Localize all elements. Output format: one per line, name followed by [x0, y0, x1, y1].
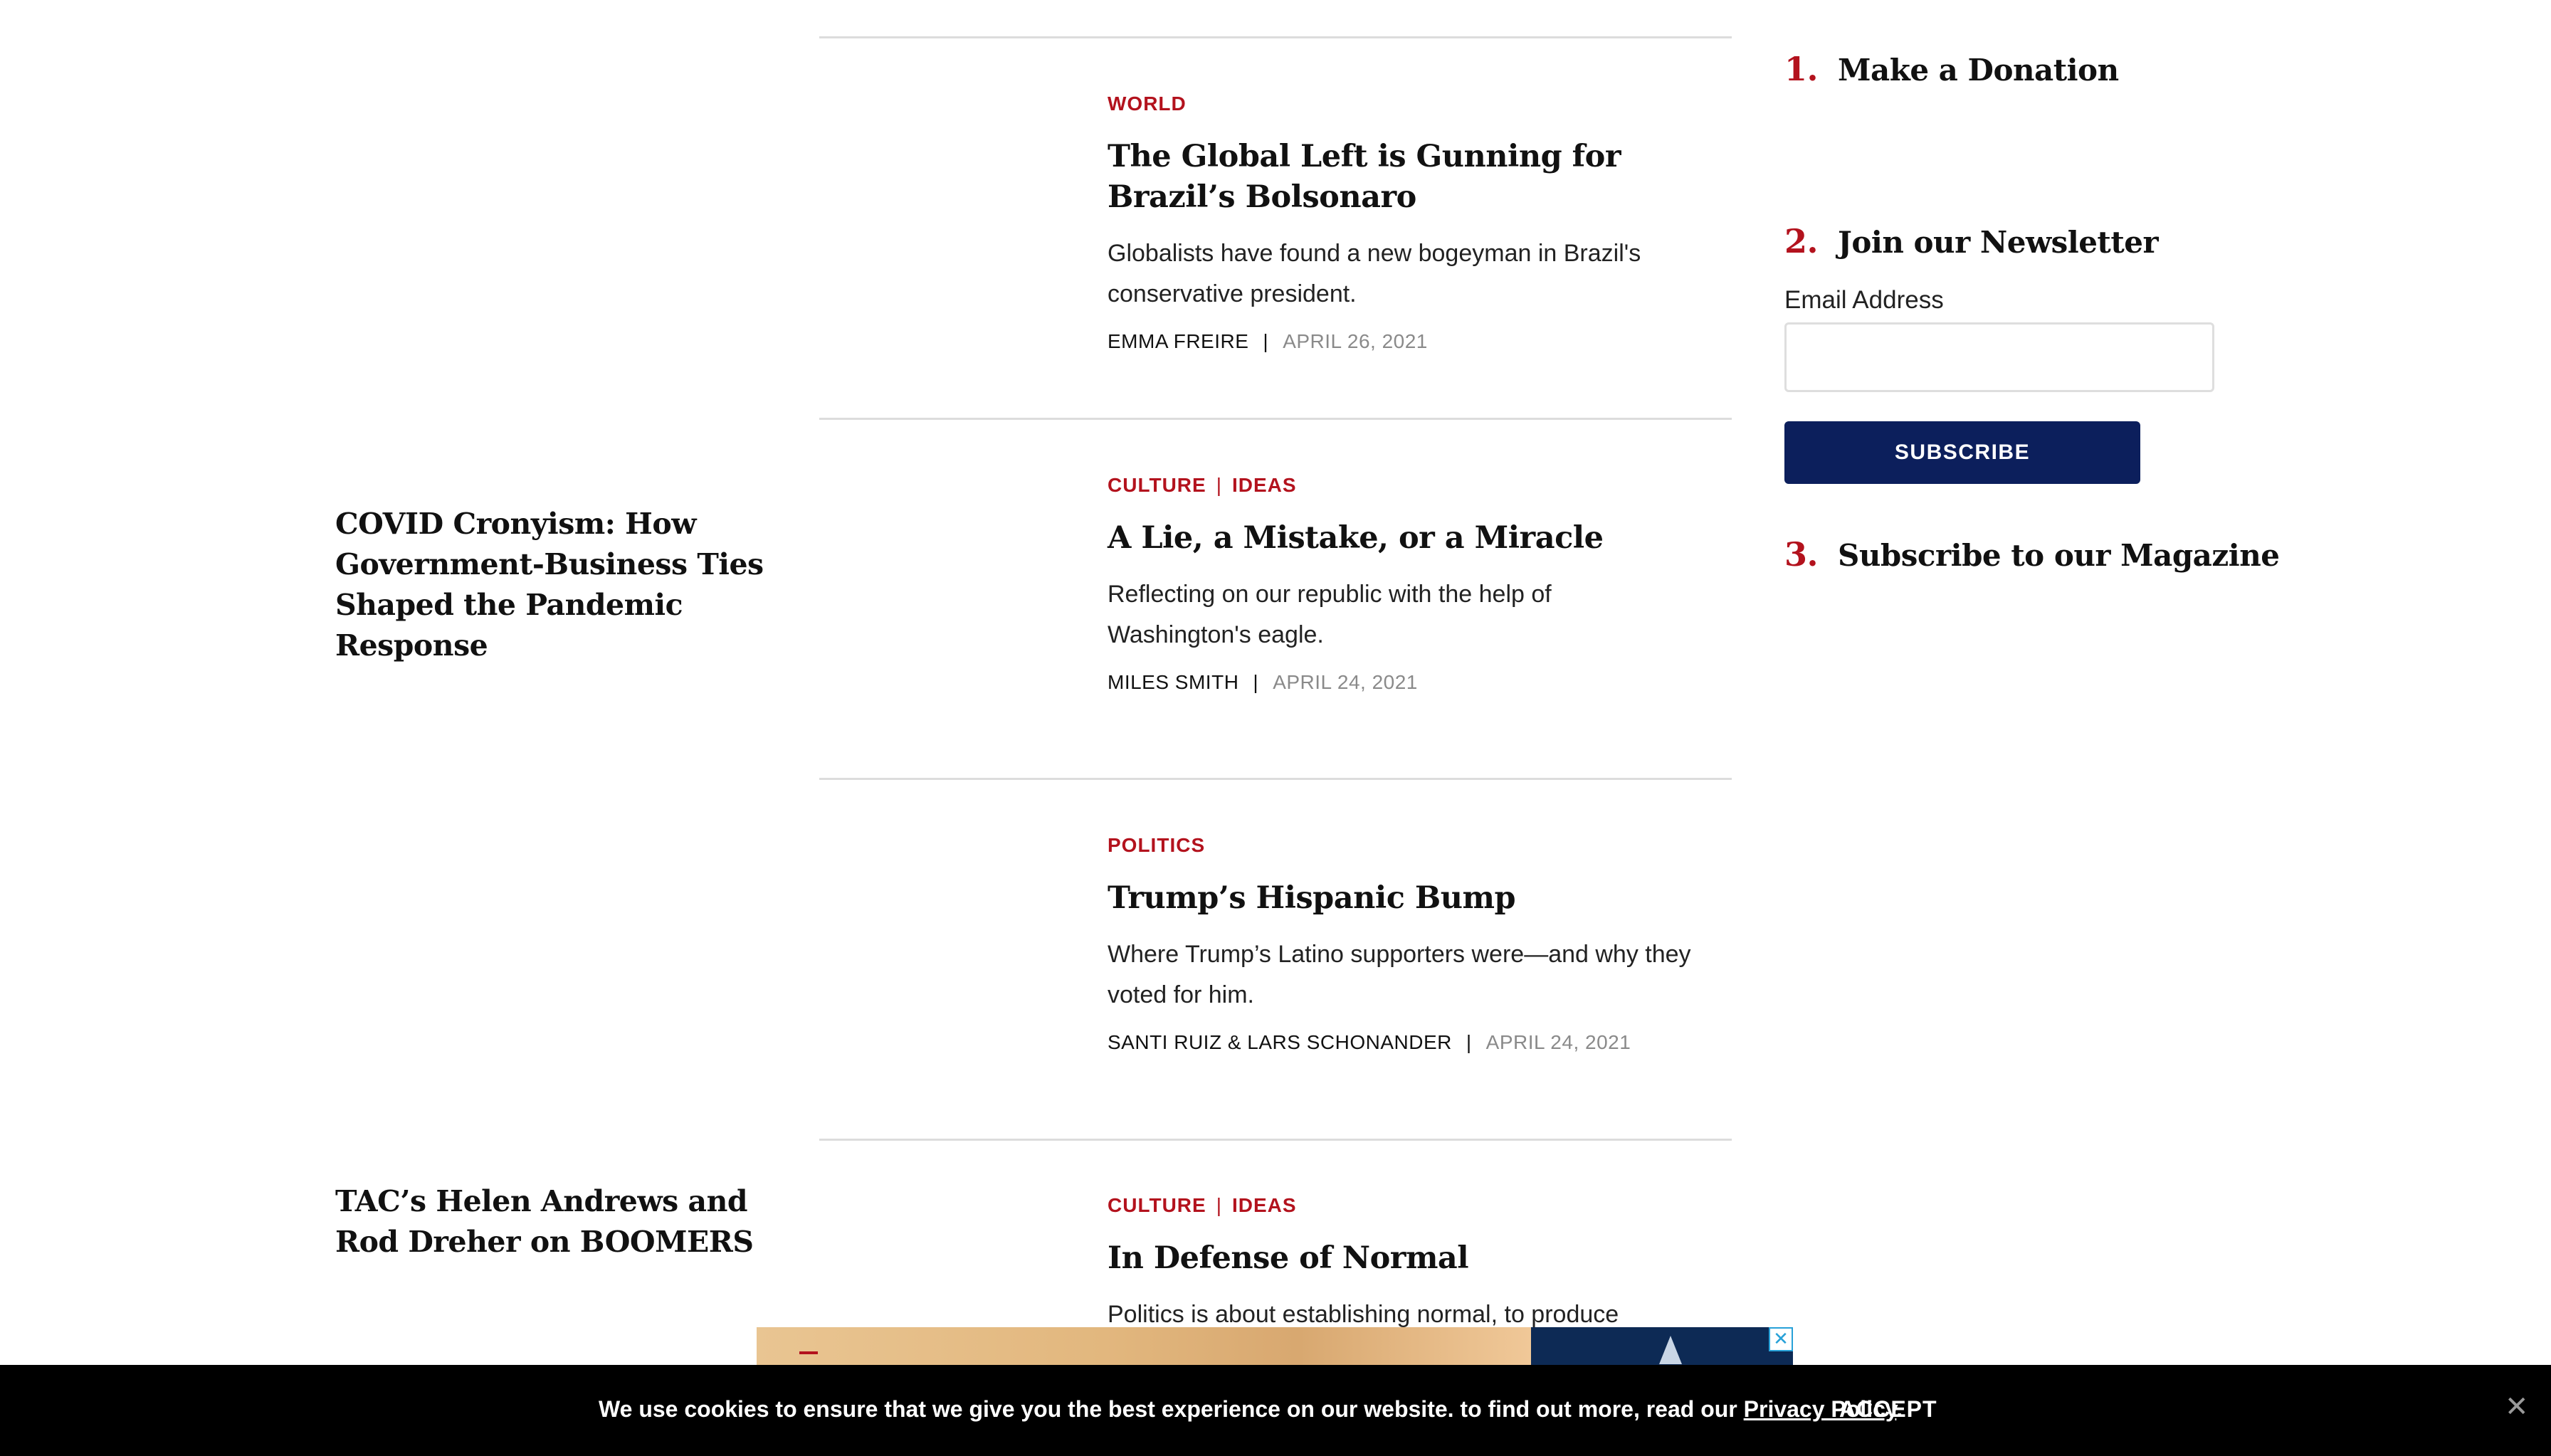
step-number: 3. — [1784, 535, 1819, 574]
category-link[interactable]: IDEAS — [1232, 474, 1297, 496]
article-categories: POLITICS — [1108, 834, 1691, 857]
divider — [819, 1139, 1732, 1141]
tree-icon — [1659, 1336, 1682, 1364]
magazine-link[interactable]: Subscribe to our Magazine — [1838, 538, 2280, 573]
author-link[interactable]: MILES SMITH — [1108, 671, 1238, 693]
article-dek: Where Trump’s Latino supporters were—and… — [1108, 941, 1691, 1008]
article-categories: CULTURE | IDEAS — [1108, 1194, 1691, 1217]
article-title[interactable]: Trump’s Hispanic Bump — [1108, 878, 1691, 919]
category-link[interactable]: WORLD — [1108, 93, 1187, 115]
author-link[interactable]: EMMA FREIRE — [1108, 330, 1248, 352]
email-label: Email Address — [1784, 286, 1944, 314]
divider — [819, 418, 1732, 420]
article-item: CULTURE | IDEAS A Lie, a Mistake, or a Mir… — [1108, 474, 1691, 694]
left-card-title[interactable]: TAC’s Helen Andrews and Rod Dreher on BO… — [335, 1181, 784, 1262]
author-link[interactable]: SANTI RUIZ & LARS SCHONANDER — [1108, 1031, 1452, 1053]
category-link[interactable]: CULTURE — [1108, 474, 1206, 496]
divider — [819, 778, 1732, 780]
newsletter-heading: 2. Join our Newsletter — [1784, 222, 2159, 260]
article-date: APRIL 26, 2021 — [1283, 330, 1428, 352]
ad-close-icon[interactable]: ✕ — [1769, 1327, 1793, 1351]
article-byline: SANTI RUIZ & LARS SCHONANDER | APRIL 24, 2… — [1108, 1031, 1691, 1054]
cookie-text: We use cookies to ensure that we give yo… — [599, 1396, 1744, 1422]
category-link[interactable]: CULTURE — [1108, 1194, 1206, 1216]
ad-image-right[interactable]: ✕ — [1531, 1327, 1793, 1366]
article-dek: Reflecting on our republic with the help… — [1108, 581, 1552, 648]
donate-link[interactable]: Make a Donation — [1838, 53, 2119, 88]
category-separator: | — [1216, 1194, 1222, 1216]
email-field[interactable] — [1784, 322, 2214, 392]
article-date: APRIL 24, 2021 — [1273, 671, 1418, 693]
advertisement-banner[interactable]: ✕ — [757, 1327, 1793, 1366]
article-title[interactable]: The Global Left is Gunning for Brazil’s … — [1108, 137, 1691, 218]
article-byline: EMMA FREIRE | APRIL 26, 2021 — [1108, 330, 1691, 353]
cookie-message: We use cookies to ensure that we give yo… — [599, 1396, 1903, 1423]
cookie-banner: We use cookies to ensure that we give yo… — [0, 1365, 2551, 1456]
article-categories: WORLD — [1108, 93, 1691, 115]
article-title[interactable]: In Defense of Normal — [1108, 1238, 1691, 1279]
close-icon[interactable]: ✕ — [2505, 1391, 2529, 1423]
byline-separator: | — [1263, 330, 1269, 352]
article-date: APRIL 24, 2021 — [1485, 1031, 1631, 1053]
byline-separator: | — [1466, 1031, 1472, 1053]
article-title[interactable]: A Lie, a Mistake, or a Miracle — [1108, 518, 1691, 559]
step-number: 2. — [1784, 222, 1819, 260]
subscribe-button[interactable]: SUBSCRIBE — [1784, 421, 2140, 484]
left-card-title[interactable]: COVID Cronyism: How Government-Business … — [335, 504, 784, 666]
article-dek: Globalists have found a new bogeyman in … — [1108, 240, 1641, 307]
ad-image-left[interactable] — [757, 1327, 1531, 1366]
donate-heading[interactable]: 1. Make a Donation — [1784, 50, 2119, 88]
article-categories: CULTURE | IDEAS — [1108, 474, 1691, 497]
magazine-heading[interactable]: 3. Subscribe to our Magazine — [1784, 535, 2280, 574]
article-byline: MILES SMITH | APRIL 24, 2021 — [1108, 671, 1691, 694]
divider — [819, 36, 1732, 38]
category-link[interactable]: POLITICS — [1108, 834, 1205, 856]
step-number: 1. — [1784, 50, 1819, 88]
ad-logo-mark — [799, 1351, 818, 1354]
article-item: CULTURE | IDEAS In Defense of Normal Polit… — [1108, 1194, 1691, 1335]
category-link[interactable]: IDEAS — [1232, 1194, 1297, 1216]
article-item: POLITICS Trump’s Hispanic Bump Where Tru… — [1108, 834, 1691, 1054]
article-item: WORLD The Global Left is Gunning for Bra… — [1108, 93, 1691, 353]
byline-separator: | — [1253, 671, 1259, 693]
newsletter-title: Join our Newsletter — [1838, 225, 2159, 260]
accept-button[interactable]: ACCEPT — [1839, 1396, 1937, 1423]
category-separator: | — [1216, 474, 1222, 496]
